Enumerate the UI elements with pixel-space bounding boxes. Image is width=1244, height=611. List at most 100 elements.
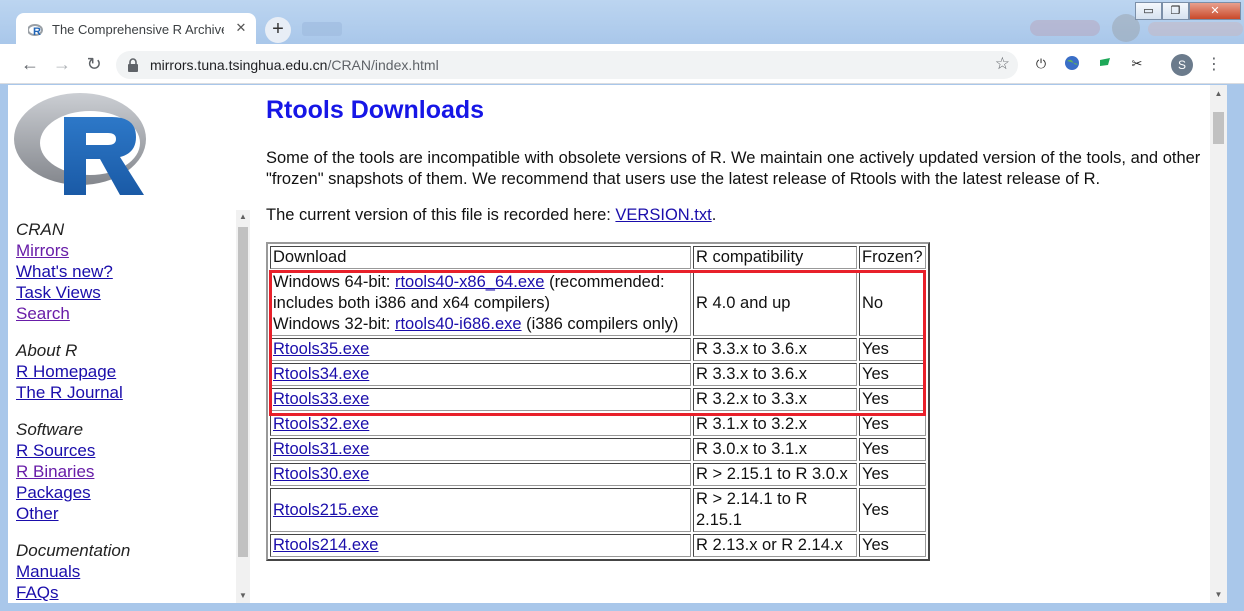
sidebar-link-search[interactable]: Search bbox=[16, 303, 231, 324]
frozen-cell: Yes bbox=[859, 388, 926, 411]
window-bottom-edge bbox=[8, 603, 1227, 611]
rtools40-x86-64-link[interactable]: rtools40-x86_64.exe bbox=[395, 273, 545, 291]
blurred-area bbox=[302, 22, 342, 36]
blurred-area bbox=[1148, 22, 1243, 36]
rtools40-i686-link[interactable]: rtools40-i686.exe bbox=[395, 315, 522, 333]
bookmark-star-icon[interactable]: ☆ bbox=[995, 54, 1010, 74]
frozen-cell: Yes bbox=[859, 413, 926, 436]
reload-icon[interactable]: ↻ bbox=[82, 52, 106, 76]
sidebar-link-whats-new[interactable]: What's new? bbox=[16, 261, 231, 282]
scroll-down-icon[interactable]: ▼ bbox=[236, 589, 250, 603]
url-text: mirrors.tuna.tsinghua.edu.cn/CRAN/index.… bbox=[150, 57, 439, 73]
sidebar-nav: CRAN Mirrors What's new? Task Views Sear… bbox=[16, 219, 231, 603]
version-txt-link[interactable]: VERSION.txt bbox=[615, 206, 711, 224]
frozen-cell: Yes bbox=[859, 534, 926, 557]
frozen-cell: Yes bbox=[859, 488, 926, 532]
blurred-area bbox=[1030, 20, 1100, 36]
compat-cell: R 3.0.x to 3.1.x bbox=[693, 438, 857, 461]
page-scrollbar[interactable]: ▲ ▼ bbox=[1210, 85, 1227, 603]
r-logo[interactable] bbox=[14, 91, 150, 197]
sidebar-link-packages[interactable]: Packages bbox=[16, 482, 231, 503]
frozen-cell: No bbox=[859, 271, 926, 336]
table-row: Rtools215.exe R > 2.14.1 to R 2.15.1 Yes bbox=[270, 488, 926, 532]
tab-strip: R The Comprehensive R Archive Network ✕ … bbox=[0, 0, 1244, 46]
compat-cell: R > 2.15.1 to R 3.0.x bbox=[693, 463, 857, 486]
rtools30-link[interactable]: Rtools30.exe bbox=[273, 465, 369, 483]
svg-text:R: R bbox=[33, 26, 41, 38]
page-title: Rtools Downloads bbox=[266, 96, 485, 124]
intro-paragraph: Some of the tools are incompatible with … bbox=[266, 149, 1201, 188]
sidebar-heading-documentation: Documentation bbox=[16, 541, 131, 560]
lock-icon bbox=[128, 58, 138, 72]
globe-extension-icon[interactable] bbox=[1063, 55, 1081, 73]
back-arrow-icon[interactable]: ← bbox=[18, 52, 42, 76]
rtools32-link[interactable]: Rtools32.exe bbox=[273, 415, 369, 433]
page-viewport: CRAN Mirrors What's new? Task Views Sear… bbox=[8, 85, 1218, 603]
sidebar-link-r-binaries[interactable]: R Binaries bbox=[16, 461, 231, 482]
scrollbar-thumb[interactable] bbox=[238, 227, 248, 557]
compat-cell: R 3.2.x to 3.3.x bbox=[693, 388, 857, 411]
tab-close-icon[interactable]: ✕ bbox=[232, 19, 250, 37]
green-extension-icon[interactable] bbox=[1096, 55, 1114, 73]
new-tab-button[interactable]: + bbox=[265, 17, 291, 43]
compat-cell: R 3.3.x to 3.6.x bbox=[693, 363, 857, 386]
minimize-button[interactable]: ▭ bbox=[1135, 2, 1162, 20]
r-favicon-icon: R bbox=[28, 24, 43, 38]
sidebar-link-other[interactable]: Other bbox=[16, 503, 231, 524]
window-controls: ▭ ❐ ✕ bbox=[1135, 2, 1241, 20]
rtools40-download-cell: Windows 64-bit: rtools40-x86_64.exe (rec… bbox=[270, 271, 691, 336]
scroll-down-icon[interactable]: ▼ bbox=[1210, 586, 1227, 603]
header-compatibility: R compatibility bbox=[693, 246, 857, 269]
sidebar-link-mirrors[interactable]: Mirrors bbox=[16, 240, 231, 261]
header-frozen: Frozen? bbox=[859, 246, 926, 269]
compat-cell: R 2.13.x or R 2.14.x bbox=[693, 534, 857, 557]
power-extension-icon[interactable]: ⏻ bbox=[1032, 55, 1050, 73]
frozen-cell: Yes bbox=[859, 338, 926, 361]
rtools33-link[interactable]: Rtools33.exe bbox=[273, 390, 369, 408]
scroll-up-icon[interactable]: ▲ bbox=[1210, 85, 1227, 102]
tab-title: The Comprehensive R Archive Network bbox=[52, 22, 224, 37]
header-download: Download bbox=[270, 246, 691, 269]
compat-cell: R > 2.14.1 to R 2.15.1 bbox=[693, 488, 857, 532]
restore-button[interactable]: ❐ bbox=[1162, 2, 1189, 20]
scissors-extension-icon[interactable]: ✂ bbox=[1128, 55, 1146, 73]
downloads-table: Download R compatibility Frozen? Windows… bbox=[266, 242, 930, 561]
table-row: Rtools33.exe R 3.2.x to 3.3.x Yes bbox=[270, 388, 926, 411]
rtools214-link[interactable]: Rtools214.exe bbox=[273, 536, 379, 554]
browser-menu-icon[interactable]: ⋮ bbox=[1206, 53, 1222, 77]
rtools35-link[interactable]: Rtools35.exe bbox=[273, 340, 369, 358]
table-row: Rtools35.exe R 3.3.x to 3.6.x Yes bbox=[270, 338, 926, 361]
table-row: Rtools30.exe R > 2.15.1 to R 3.0.x Yes bbox=[270, 463, 926, 486]
browser-tab[interactable]: R The Comprehensive R Archive Network ✕ bbox=[16, 13, 256, 46]
sidebar-heading-about-r: About R bbox=[16, 341, 78, 360]
sidebar-link-r-journal[interactable]: The R Journal bbox=[16, 382, 231, 403]
sidebar-link-faqs[interactable]: FAQs bbox=[16, 582, 231, 603]
scroll-up-icon[interactable]: ▲ bbox=[236, 210, 250, 224]
table-row: Rtools32.exe R 3.1.x to 3.2.x Yes bbox=[270, 413, 926, 436]
frozen-cell: Yes bbox=[859, 463, 926, 486]
address-bar[interactable]: mirrors.tuna.tsinghua.edu.cn/CRAN/index.… bbox=[116, 51, 1018, 79]
forward-arrow-icon[interactable]: → bbox=[50, 52, 74, 76]
sidebar-link-r-homepage[interactable]: R Homepage bbox=[16, 361, 231, 382]
current-version-text: The current version of this file is reco… bbox=[266, 206, 717, 224]
sidebar-heading-cran: CRAN bbox=[16, 220, 65, 239]
compat-cell: R 4.0 and up bbox=[693, 271, 857, 336]
rtools34-link[interactable]: Rtools34.exe bbox=[273, 365, 369, 383]
compat-cell: R 3.3.x to 3.6.x bbox=[693, 338, 857, 361]
scrollbar-thumb[interactable] bbox=[1213, 112, 1224, 144]
frozen-cell: Yes bbox=[859, 363, 926, 386]
table-row: Rtools31.exe R 3.0.x to 3.1.x Yes bbox=[270, 438, 926, 461]
sidebar-link-task-views[interactable]: Task Views bbox=[16, 282, 231, 303]
rtools215-link[interactable]: Rtools215.exe bbox=[273, 501, 379, 519]
profile-avatar[interactable]: S bbox=[1171, 54, 1193, 76]
table-row: Rtools214.exe R 2.13.x or R 2.14.x Yes bbox=[270, 534, 926, 557]
sidebar-scrollbar[interactable]: ▲ ▼ bbox=[236, 210, 250, 603]
table-header-row: Download R compatibility Frozen? bbox=[270, 246, 926, 269]
compat-cell: R 3.1.x to 3.2.x bbox=[693, 413, 857, 436]
frozen-cell: Yes bbox=[859, 438, 926, 461]
sidebar-frame: CRAN Mirrors What's new? Task Views Sear… bbox=[8, 85, 250, 603]
rtools31-link[interactable]: Rtools31.exe bbox=[273, 440, 369, 458]
sidebar-link-manuals[interactable]: Manuals bbox=[16, 561, 231, 582]
close-window-button[interactable]: ✕ bbox=[1189, 2, 1241, 20]
sidebar-link-r-sources[interactable]: R Sources bbox=[16, 440, 231, 461]
